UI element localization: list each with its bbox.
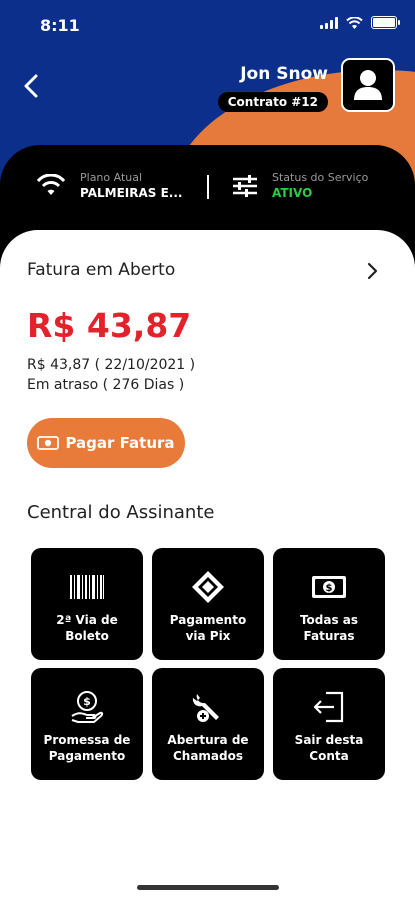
tools-icon [192,694,219,722]
invoice-due-detail: R$ 43,87 ( 22/10/2021 ) [27,357,196,373]
barcode-icon [70,575,104,599]
wifi-plan-icon [36,174,66,195]
tile-label: Promessa de [43,733,131,747]
svg-text:$: $ [326,583,333,594]
tile-label: Chamados [172,749,243,763]
service-status-label: Status do Serviço [272,171,369,184]
invoice-amount: R$ 43,87 [27,306,192,345]
battery-icon [371,16,400,29]
wifi-status-icon [346,16,363,29]
tile-duplicate-boleto[interactable]: 2ª Via de Boleto [31,548,143,660]
service-status-value: ATIVO [272,186,313,200]
status-bar: 8:11 [0,0,415,52]
tile-label: 2ª Via de [56,613,118,627]
tile-pix-payment[interactable]: Pagamento via Pix [152,548,264,660]
tile-label: Abertura de [167,733,249,747]
pay-invoice-label: Pagar Fatura [65,434,175,452]
tile-all-invoices[interactable]: $ Todas as Faturas [273,548,385,660]
sliders-icon [233,175,257,197]
hand-coin-icon: $ [71,691,104,723]
avatar[interactable] [341,58,395,112]
pix-icon [192,571,224,603]
pay-invoice-button[interactable]: Pagar Fatura [27,418,185,468]
service-status: Status do Serviço ATIVO [272,171,368,200]
tile-label: Conta [309,749,349,763]
cellular-signal-icon [320,16,338,29]
tile-label: Sair desta [294,733,364,747]
back-button[interactable] [20,72,44,100]
plan-label: Plano Atual [80,171,143,184]
home-indicator[interactable] [137,885,279,890]
invoice-overdue-detail: Em atraso ( 276 Dias ) [27,377,185,393]
tile-label: via Pix [185,629,231,643]
subscriber-center-grid: 2ª Via de Boleto Pagamento via Pix $ Todas… [31,548,385,780]
user-name: Jon Snow [240,64,328,84]
open-invoice-title[interactable]: Fatura em Aberto [27,260,175,280]
tile-logout[interactable]: Sair desta Conta [273,668,385,780]
chevron-right-icon[interactable] [366,262,378,280]
system-icons [320,16,400,29]
plan-status-divider [207,175,209,199]
svg-text:$: $ [83,695,91,708]
tile-open-ticket[interactable]: Abertura de Chamados [152,668,264,780]
subscriber-center-title: Central do Assinante [27,502,215,523]
status-time: 8:11 [40,16,80,35]
tile-label: Faturas [303,629,355,643]
money-icon [37,436,60,450]
tile-label: Pagamento [169,613,247,627]
tile-payment-promise[interactable]: $ Promessa de Pagamento [31,668,143,780]
tile-label: Boleto [65,629,109,643]
contract-badge: Contrato #12 [217,92,328,112]
plan-value: PALMEIRAS E... [80,186,183,200]
logout-icon [313,691,344,723]
tile-label: Pagamento [48,749,126,763]
tile-label: Todas as [299,613,359,627]
user-icon [354,70,382,100]
money-icon: $ [312,576,346,598]
current-plan: Plano Atual PALMEIRAS E... [80,171,182,200]
